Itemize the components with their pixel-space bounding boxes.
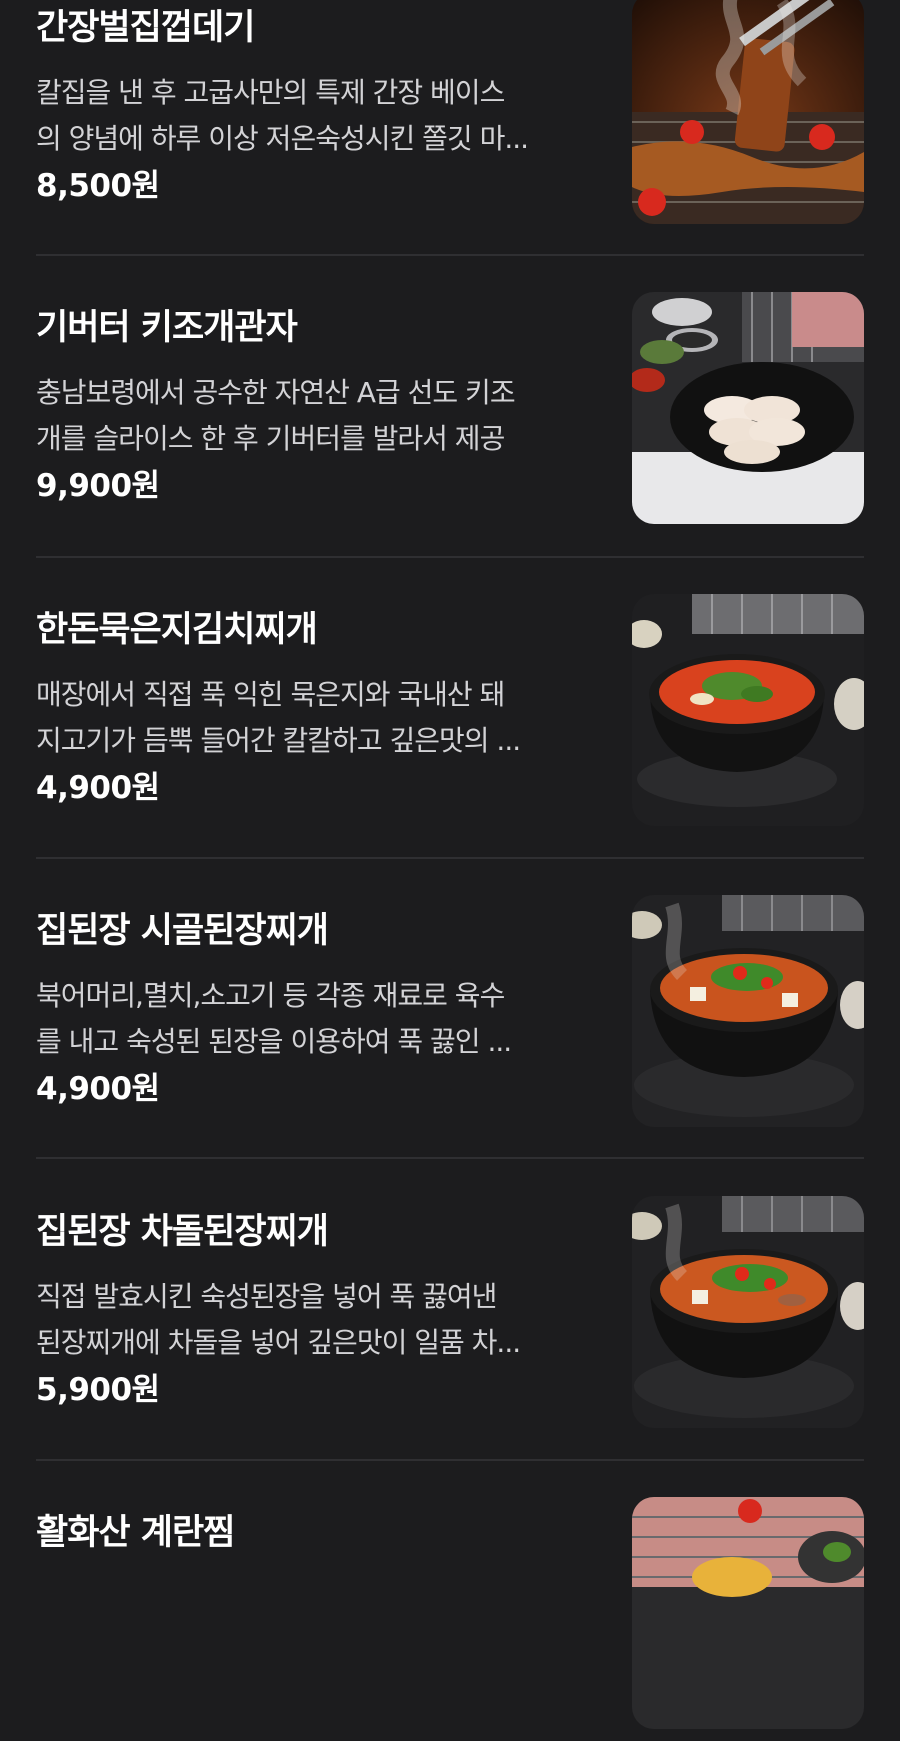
menu-item-description: 칼집을 낸 후 고굽사만의 특제 간장 베이스 의 양념에 하루 이상 저온숙성… bbox=[36, 70, 596, 162]
menu-item[interactable]: 활화산 계란찜 bbox=[36, 1497, 864, 1741]
menu-item-description: 매장에서 직접 푹 익힌 묵은지와 국내산 돼 지고기가 듬뿍 들어간 칼칼하고… bbox=[36, 672, 596, 764]
brisket-soybean-stew-photo bbox=[632, 1196, 864, 1428]
menu-item-text: 한돈묵은지김치찌개 매장에서 직접 푹 익힌 묵은지와 국내산 돼 지고기가 듬… bbox=[36, 608, 596, 808]
menu-item-text: 간장벌집껍데기 칼집을 낸 후 고굽사만의 특제 간장 베이스 의 양념에 하루… bbox=[36, 6, 596, 206]
scallop-plate-photo bbox=[632, 292, 864, 524]
menu-item-description-line: 칼집을 낸 후 고굽사만의 특제 간장 베이스 bbox=[36, 76, 505, 109]
menu-item-name: 한돈묵은지김치찌개 bbox=[36, 610, 318, 650]
kimchi-stew-photo bbox=[632, 594, 864, 826]
menu-item-name: 기버터 키조개관자 bbox=[36, 308, 298, 348]
menu-item-description-line: 를 내고 숙성된 된장을 이용하여 푹 끓인 ... bbox=[36, 1025, 512, 1058]
menu-item-price: 8,500원 bbox=[36, 168, 160, 204]
menu-item-text: 기버터 키조개관자 충남보령에서 공수한 자연산 A급 선도 키조 개를 슬라이… bbox=[36, 306, 596, 506]
menu-item-description-line: 북어머리,멸치,소고기 등 각종 재료로 육수 bbox=[36, 979, 505, 1012]
menu-item-name: 간장벌집껍데기 bbox=[36, 8, 255, 48]
menu-item-text: 활화산 계란찜 bbox=[36, 1511, 596, 1555]
menu-item[interactable]: 기버터 키조개관자 충남보령에서 공수한 자연산 A급 선도 키조 개를 슬라이… bbox=[36, 292, 864, 536]
menu-item-text: 집된장 차돌된장찌개 직접 발효시킨 숙성된장을 넣어 푹 끓여낸 된장찌개에 … bbox=[36, 1210, 596, 1410]
menu-item-description-line: 된장찌개에 차돌을 넣어 깊은맛이 일품 차... bbox=[36, 1326, 521, 1359]
divider bbox=[36, 1157, 864, 1159]
menu-item-name: 활화산 계란찜 bbox=[36, 1513, 235, 1553]
soybean-stew-photo bbox=[632, 895, 864, 1127]
menu-item-description-line: 지고기가 듬뿍 들어간 칼칼하고 깊은맛의 ... bbox=[36, 724, 521, 757]
menu-item-description-line: 개를 슬라이스 한 후 기버터를 발라서 제공 bbox=[36, 422, 505, 455]
menu-item[interactable]: 집된장 차돌된장찌개 직접 발효시킨 숙성된장을 넣어 푹 끓여낸 된장찌개에 … bbox=[36, 1196, 864, 1440]
steamed-egg-photo bbox=[632, 1497, 864, 1729]
menu-item[interactable]: 한돈묵은지김치찌개 매장에서 직접 푹 익힌 묵은지와 국내산 돼 지고기가 듬… bbox=[36, 594, 864, 838]
menu-item-description-line: 직접 발효시킨 숙성된장을 넣어 푹 끓여낸 bbox=[36, 1280, 497, 1313]
grilled-pork-skin-photo bbox=[632, 0, 864, 224]
menu-item-name: 집된장 차돌된장찌개 bbox=[36, 1212, 329, 1252]
divider bbox=[36, 1459, 864, 1461]
menu-item-description: 직접 발효시킨 숙성된장을 넣어 푹 끓여낸 된장찌개에 차돌을 넣어 깊은맛이… bbox=[36, 1274, 596, 1366]
divider bbox=[36, 556, 864, 558]
divider bbox=[36, 857, 864, 859]
menu-item-name: 집된장 시골된장찌개 bbox=[36, 911, 329, 951]
menu-item-price: 5,900원 bbox=[36, 1372, 160, 1408]
menu-item-price: 4,900원 bbox=[36, 770, 160, 806]
menu-item-description: 충남보령에서 공수한 자연산 A급 선도 키조 개를 슬라이스 한 후 기버터를… bbox=[36, 370, 596, 462]
menu-item-description-line: 충남보령에서 공수한 자연산 A급 선도 키조 bbox=[36, 376, 516, 409]
menu-item-text: 집된장 시골된장찌개 북어머리,멸치,소고기 등 각종 재료로 육수 를 내고 … bbox=[36, 909, 596, 1109]
menu-item-description-line: 의 양념에 하루 이상 저온숙성시킨 쫄깃 마... bbox=[36, 122, 529, 155]
menu-item-description: 북어머리,멸치,소고기 등 각종 재료로 육수 를 내고 숙성된 된장을 이용하… bbox=[36, 973, 596, 1065]
menu-item-description-line: 매장에서 직접 푹 익힌 묵은지와 국내산 돼 bbox=[36, 678, 505, 711]
menu-item-price: 9,900원 bbox=[36, 468, 160, 504]
divider bbox=[36, 254, 864, 256]
menu-item[interactable]: 집된장 시골된장찌개 북어머리,멸치,소고기 등 각종 재료로 육수 를 내고 … bbox=[36, 895, 864, 1139]
menu-item-price: 4,900원 bbox=[36, 1071, 160, 1107]
menu-item[interactable]: 간장벌집껍데기 칼집을 낸 후 고굽사만의 특제 간장 베이스 의 양념에 하루… bbox=[36, 0, 864, 236]
